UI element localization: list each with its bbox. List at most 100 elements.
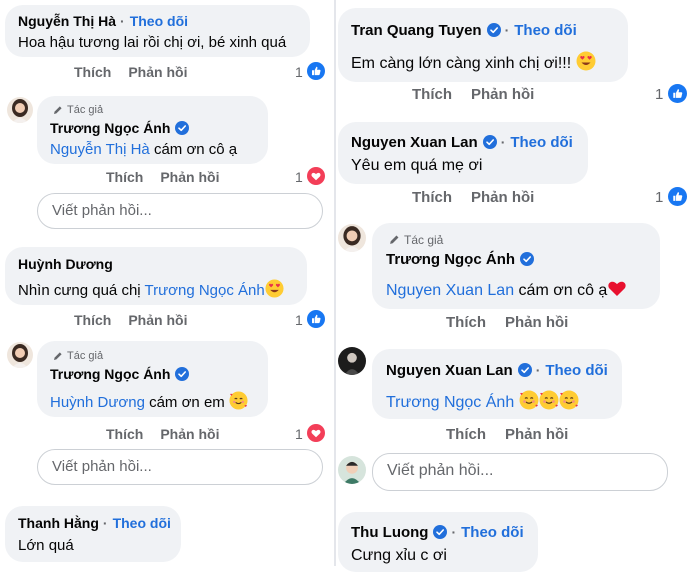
reply-author-row: Nguyen Xuan Lan · Theo dõi xyxy=(386,362,608,379)
like-reaction-icon xyxy=(668,84,687,103)
reply-input[interactable]: Viết phản hồi... xyxy=(372,453,668,491)
reply-author-row: Trương Ngọc Ánh xyxy=(386,251,534,268)
separator-dot: · xyxy=(120,13,125,29)
verified-badge-icon xyxy=(487,23,501,37)
comment-text: Cưng xỉu c ơi xyxy=(351,547,447,564)
reaction-count[interactable]: 1 xyxy=(295,312,303,328)
avatar[interactable] xyxy=(338,224,366,252)
reply-author[interactable]: Trương Ngọc Ánh xyxy=(50,366,170,382)
reply-text: Nguyễn Thị Hà cám ơn cô ạ xyxy=(50,141,237,158)
comment-author[interactable]: Tran Quang Tuyen xyxy=(351,22,482,39)
comment-author[interactable]: Thu Luong xyxy=(351,524,428,541)
reply-input[interactable]: Viết phản hồi... xyxy=(37,193,323,229)
avatar[interactable] xyxy=(7,97,33,123)
like-button[interactable]: Thích xyxy=(446,314,486,331)
comment-author[interactable]: Huỳnh Dương xyxy=(18,256,113,272)
smiling-face-with-hearts-emoji-icon xyxy=(559,390,579,410)
comment-author[interactable]: Nguyễn Thị Hà xyxy=(18,13,116,29)
current-user-avatar xyxy=(338,456,366,484)
separator-dot: · xyxy=(102,515,108,531)
author-tag: Tác giả xyxy=(67,350,104,362)
reply-text: Trương Ngọc Ánh xyxy=(386,390,579,412)
like-reaction-icon xyxy=(307,62,325,80)
comment-author-row: Nguyễn Thị Hà · Theo dõi xyxy=(18,13,188,29)
mention-link[interactable]: Trương Ngọc Ánh xyxy=(386,394,514,411)
comment-author[interactable]: Nguyen Xuan Lan xyxy=(351,134,478,151)
like-button[interactable]: Thích xyxy=(106,426,143,442)
pen-icon xyxy=(389,234,400,245)
reply-author-row: Trương Ngọc Ánh xyxy=(50,366,189,382)
comment-author-row: Nguyen Xuan Lan · Theo dõi xyxy=(351,134,573,151)
comment-message: Em càng lớn càng xinh chị ơi!!! xyxy=(351,55,576,72)
verified-badge-icon xyxy=(433,525,447,539)
reply-button[interactable]: Phản hồi xyxy=(128,312,187,328)
comment-actions: Thích Phản hồi xyxy=(412,189,534,206)
reply-input[interactable]: Viết phản hồi... xyxy=(37,449,323,485)
follow-button[interactable]: Theo dõi xyxy=(113,515,171,531)
like-button[interactable]: Thích xyxy=(106,169,143,185)
like-reaction-icon xyxy=(307,310,325,328)
avatar[interactable] xyxy=(338,347,366,375)
reaction-count[interactable]: 1 xyxy=(295,64,303,80)
reply-button[interactable]: Phản hồi xyxy=(505,314,568,331)
love-reaction-icon xyxy=(307,167,325,185)
comment-author-row: Thanh Hằng · Theo dõi xyxy=(18,515,171,531)
follow-button[interactable]: Theo dõi xyxy=(461,524,524,541)
column-divider xyxy=(334,0,336,566)
reply-text: Nguyen Xuan Lan cám ơn cô ạ xyxy=(386,278,627,300)
like-reaction-icon xyxy=(668,187,687,206)
comment-actions: Thích Phản hồi xyxy=(74,64,187,80)
mention-link[interactable]: Trương Ngọc Ánh xyxy=(145,282,265,299)
author-tag: Tác giả xyxy=(67,104,104,116)
reaction-count[interactable]: 1 xyxy=(295,169,303,185)
reply-message: cám ơn cô ạ xyxy=(149,141,238,158)
heart-eyes-emoji-icon xyxy=(265,279,284,298)
reply-text: Huỳnh Dương cám ơn em xyxy=(50,391,248,411)
reply-button[interactable]: Phản hồi xyxy=(160,169,219,185)
reply-button[interactable]: Phản hồi xyxy=(128,64,187,80)
verified-badge-icon xyxy=(483,135,497,149)
heart-eyes-emoji-icon xyxy=(576,51,596,71)
mention-link[interactable]: Nguyễn Thị Hà xyxy=(50,141,150,158)
like-button[interactable]: Thích xyxy=(74,312,111,328)
reply-button[interactable]: Phản hồi xyxy=(471,86,534,103)
comment-author[interactable]: Thanh Hằng xyxy=(18,515,99,531)
reply-button[interactable]: Phản hồi xyxy=(471,189,534,206)
reply-author[interactable]: Trương Ngọc Ánh xyxy=(386,251,515,268)
reply-actions: Thích Phản hồi xyxy=(106,169,219,185)
comment-text: Yêu em quá mẹ ơi xyxy=(351,157,483,174)
reply-author[interactable]: Trương Ngọc Ánh xyxy=(50,120,170,136)
smiling-face-with-hearts-emoji-icon xyxy=(229,391,248,410)
mention-link[interactable]: Nguyen Xuan Lan xyxy=(386,282,514,299)
reply-message: cám ơn cô ạ xyxy=(514,282,608,299)
separator-dot: · xyxy=(535,362,541,378)
reply-author[interactable]: Nguyen Xuan Lan xyxy=(386,362,513,379)
reply-actions: Thích Phản hồi xyxy=(446,314,568,331)
comment-text: Nhìn cưng quá chị Trương Ngọc Ánh xyxy=(18,279,284,299)
avatar[interactable] xyxy=(7,342,33,368)
like-button[interactable]: Thích xyxy=(412,86,452,103)
follow-button[interactable]: Theo dõi xyxy=(130,13,188,29)
author-tag: Tác giả xyxy=(404,233,444,247)
verified-badge-icon xyxy=(175,121,189,135)
reaction-count[interactable]: 1 xyxy=(295,426,303,442)
pen-icon xyxy=(53,351,63,361)
like-button[interactable]: Thích xyxy=(412,189,452,206)
like-button[interactable]: Thích xyxy=(74,64,111,80)
comment-text: Lớn quá xyxy=(18,537,74,554)
comment-author-row: Tran Quang Tuyen · Theo dõi xyxy=(351,22,577,39)
reaction-count[interactable]: 1 xyxy=(655,189,663,206)
like-button[interactable]: Thích xyxy=(446,426,486,443)
smiling-face-with-hearts-emoji-icon xyxy=(519,390,539,410)
mention-link[interactable]: Huỳnh Dương xyxy=(50,394,145,411)
follow-button[interactable]: Theo dõi xyxy=(510,134,573,151)
follow-button[interactable]: Theo dõi xyxy=(514,22,577,39)
reaction-count[interactable]: 1 xyxy=(655,86,663,103)
reply-button[interactable]: Phản hồi xyxy=(160,426,219,442)
comment-actions: Thích Phản hồi xyxy=(74,312,187,328)
comment-text: Hoa hậu tương lai rồi chị ơi, bé xinh qu… xyxy=(18,34,287,51)
reply-button[interactable]: Phản hồi xyxy=(505,426,568,443)
follow-button[interactable]: Theo dõi xyxy=(545,362,608,379)
comment-message: Nhìn cưng quá chị xyxy=(18,282,145,299)
comment-text: Em càng lớn càng xinh chị ơi!!! xyxy=(351,51,596,73)
